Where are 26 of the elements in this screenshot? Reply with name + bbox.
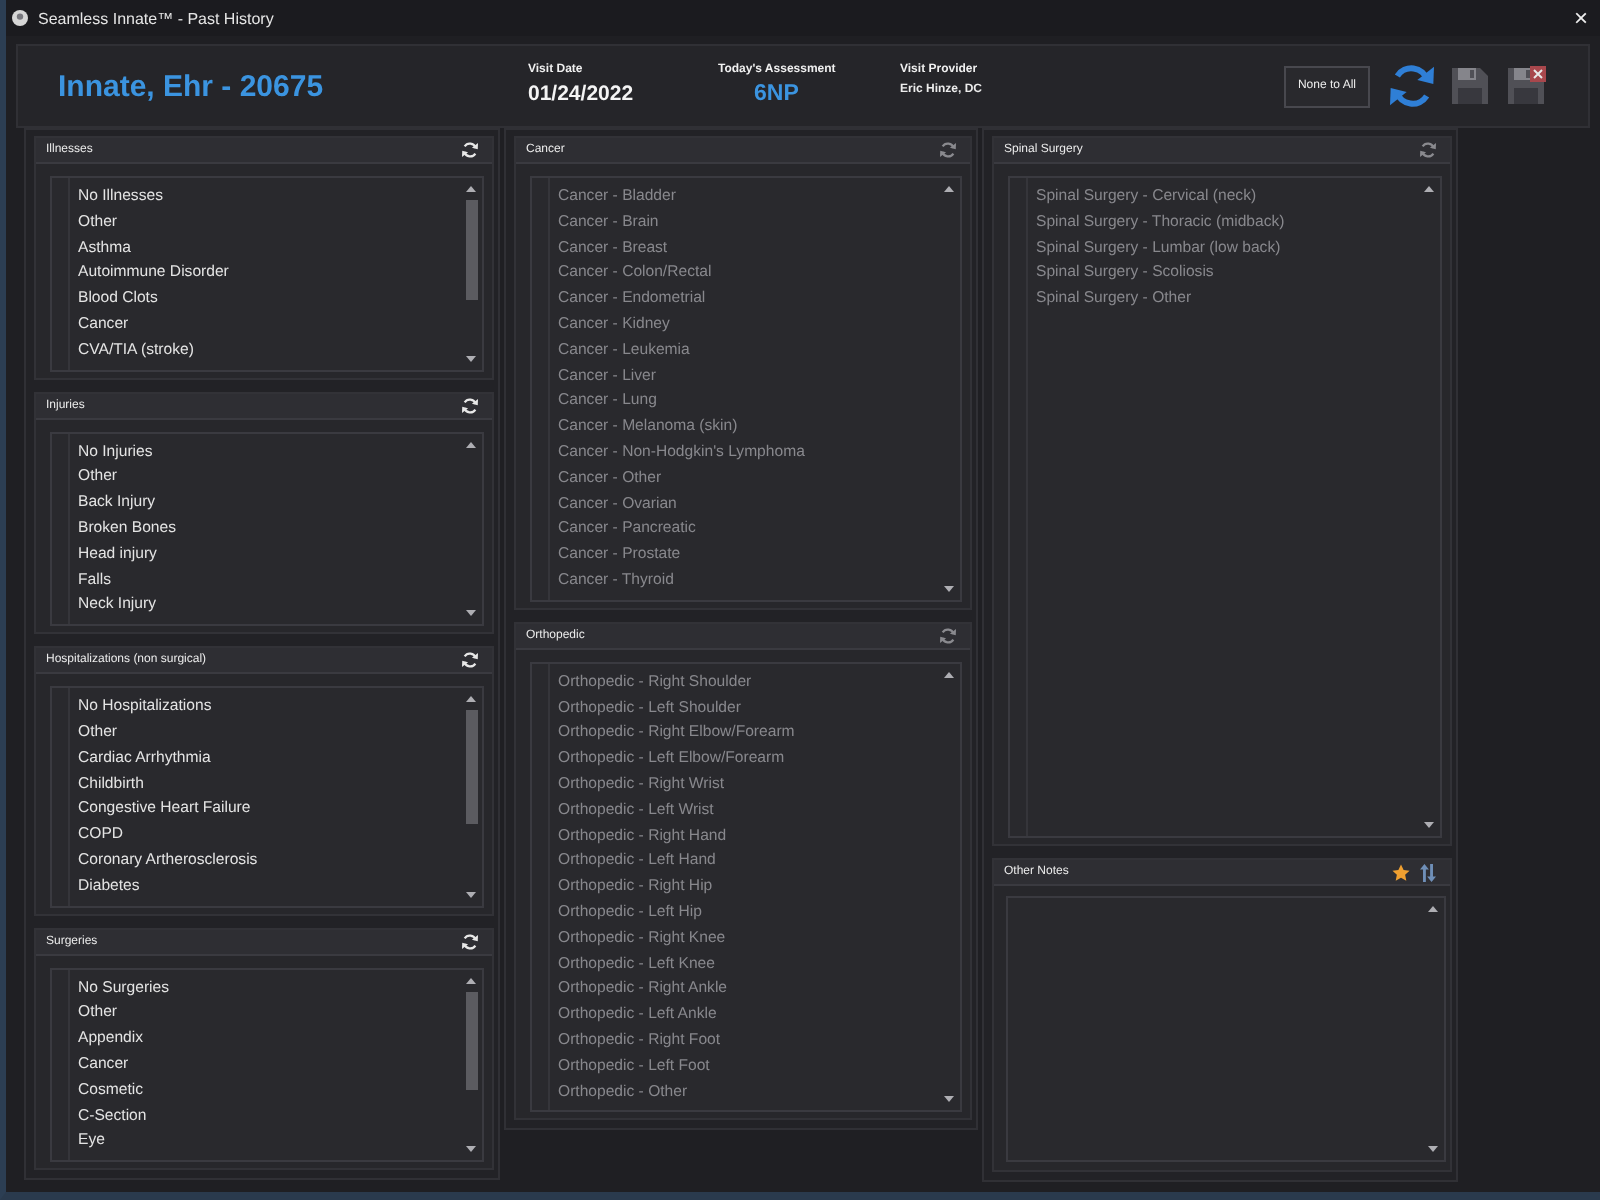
window-title: Seamless Innate™ - Past History [38,9,274,27]
refresh-icon[interactable] [462,142,478,158]
scroll-thumb[interactable] [466,200,478,300]
refresh-icon[interactable] [462,397,478,414]
notes-field[interactable] [1006,896,1446,1162]
star-icon[interactable] [1392,863,1410,881]
scroll-down-icon[interactable] [466,891,476,898]
scroll-up-icon[interactable] [466,186,476,192]
sort-icon[interactable] [1420,863,1436,881]
scroll-down-icon[interactable] [1428,1146,1438,1152]
scroll-down-icon[interactable] [466,355,476,362]
app-icon [12,10,28,26]
patient-name: Innate, Ehr - 20675 [58,69,326,103]
scroll-up-icon[interactable] [466,441,476,448]
scroll-thumb[interactable] [466,991,478,1091]
visit-date: 01/24/2022 [528,82,634,106]
scroll-up-icon[interactable] [466,977,476,984]
refresh-icon[interactable] [462,652,478,669]
assessment-code: 6NP [754,82,799,106]
scroll-down-icon[interactable] [466,610,476,617]
refresh-icon[interactable] [462,933,478,950]
close-button[interactable]: × [1573,6,1588,30]
scroll-up-icon[interactable] [466,696,476,703]
scroll-thumb[interactable] [466,710,478,823]
scroll-up-icon[interactable] [1428,906,1438,912]
scroll-down-icon[interactable] [466,1146,476,1153]
